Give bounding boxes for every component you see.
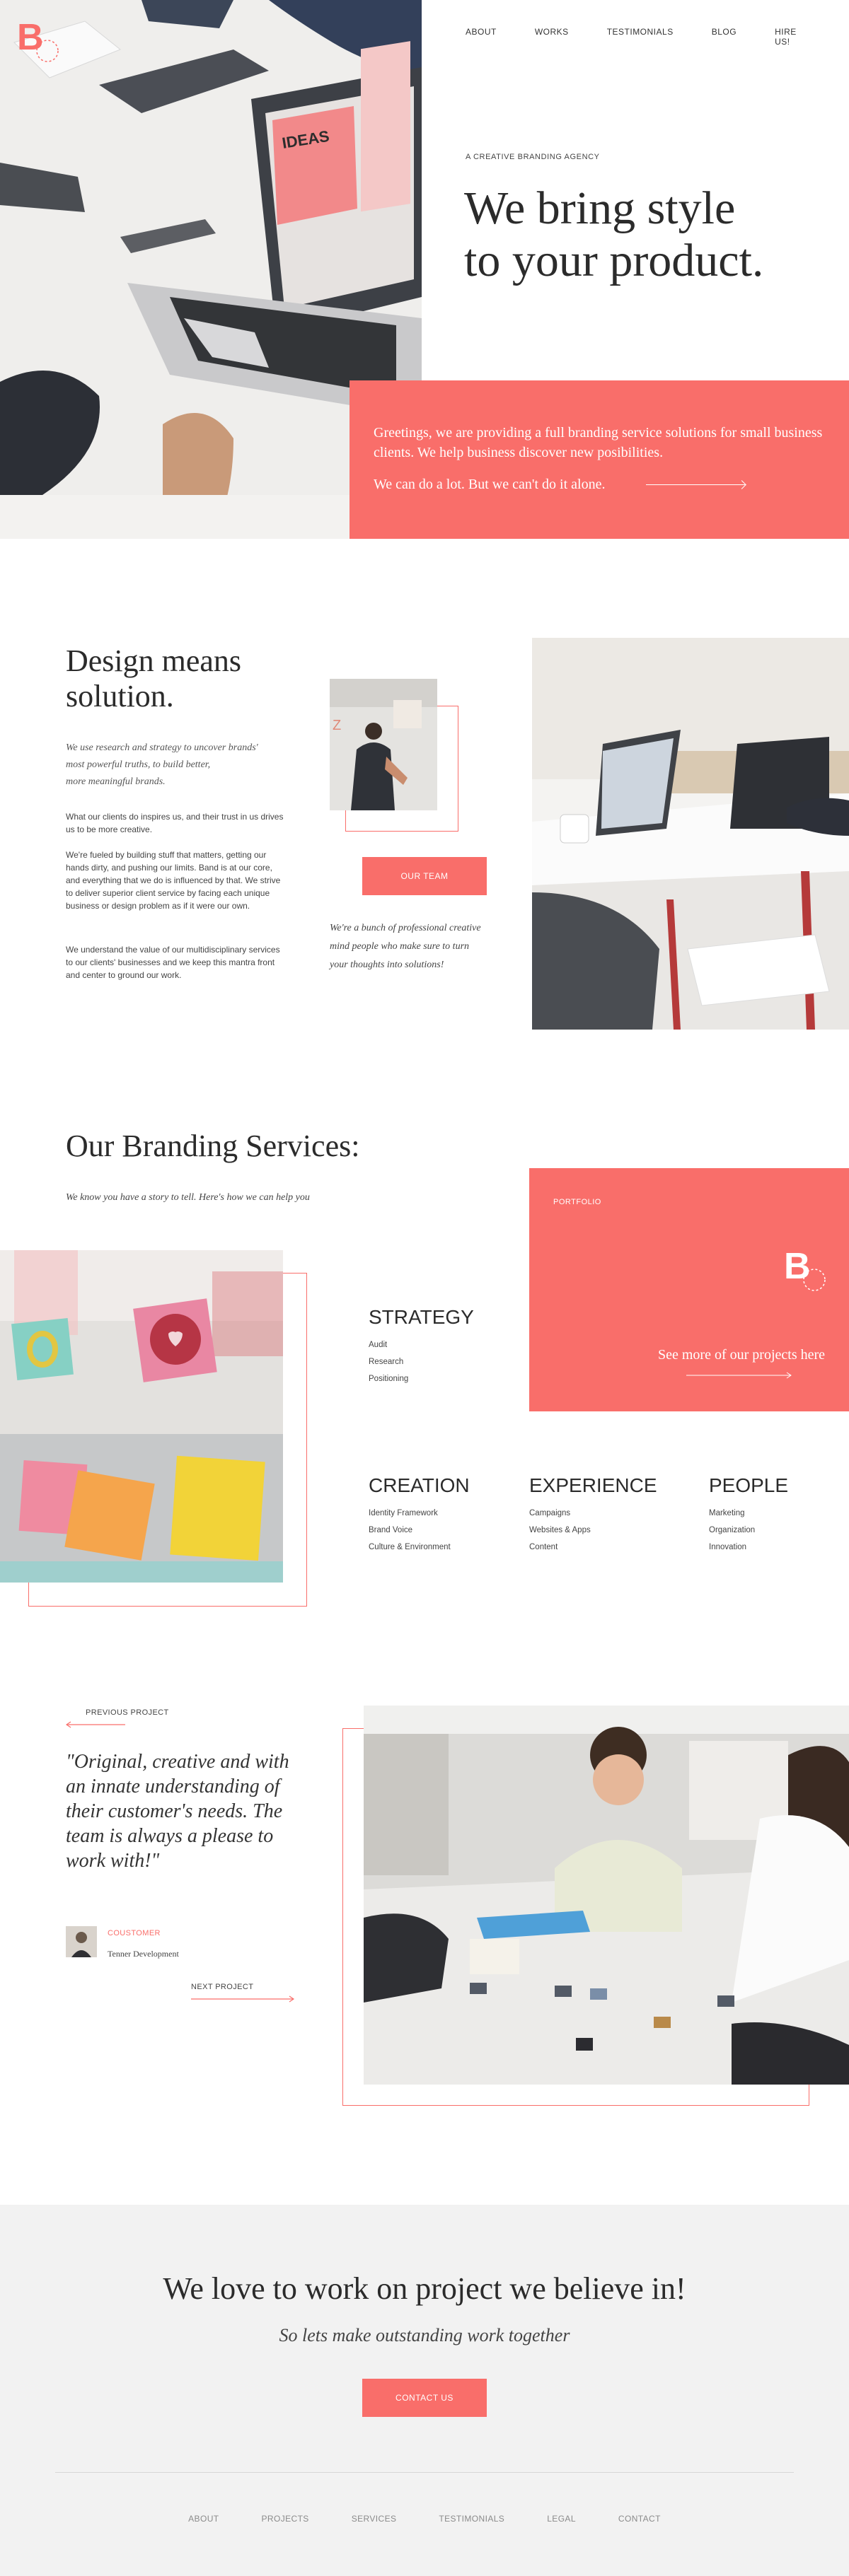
hero-title-line2: to your product. xyxy=(464,235,764,286)
service-item: Campaigns xyxy=(529,1509,571,1517)
footer-link-legal[interactable]: LEGAL xyxy=(547,2514,576,2524)
service-item: Culture & Environment xyxy=(369,1543,451,1551)
service-title: STRATEGY xyxy=(369,1306,474,1328)
contact-us-button[interactable]: CONTACT US xyxy=(362,2379,487,2417)
desk-photo xyxy=(532,638,849,1030)
hero-eyebrow: A CREATIVE BRANDING AGENCY xyxy=(466,153,600,161)
our-team-button[interactable]: OUR TEAM xyxy=(362,857,487,895)
footer-link-about[interactable]: ABOUT xyxy=(188,2514,219,2524)
svg-text:Z: Z xyxy=(333,718,341,733)
main-nav: ABOUT WORKS TESTIMONIALS BLOG HIRE US! xyxy=(466,27,849,47)
sticky-notes-photo xyxy=(0,1250,283,1583)
footer-link-contact[interactable]: CONTACT xyxy=(618,2514,661,2524)
service-title: CREATION xyxy=(369,1474,470,1496)
service-item: Marketing xyxy=(709,1509,745,1517)
footer-link-testimonials[interactable]: TESTIMONIALS xyxy=(439,2514,504,2524)
footer-nav: ABOUT PROJECTS SERVICES TESTIMONIALS LEG… xyxy=(0,2514,849,2524)
meeting-photo xyxy=(364,1706,849,2085)
service-item: Websites & Apps xyxy=(529,1526,591,1534)
services-subtitle: We know you have a story to tell. Here's… xyxy=(66,1192,310,1203)
footer-divider xyxy=(55,2472,794,2473)
portfolio-link-text: See more of our projects here xyxy=(658,1347,826,1363)
design-title: Design means solution. xyxy=(66,643,306,714)
team-photo: Z xyxy=(330,679,437,810)
portfolio-label: PORTFOLIO xyxy=(553,1198,601,1206)
hero-cta-link[interactable]: We can do a lot. But we can't do it alon… xyxy=(374,477,825,493)
customer-name: Tenner Development xyxy=(108,1949,179,1959)
design-lead-line1: We use research and strategy to uncover … xyxy=(66,742,258,753)
nav-works[interactable]: WORKS xyxy=(535,27,569,47)
arrow-left-icon xyxy=(66,1721,125,1728)
design-lead: We use research and strategy to uncover … xyxy=(66,740,292,791)
previous-project-label: PREVIOUS PROJECT xyxy=(86,1708,169,1717)
next-project-link[interactable]: NEXT PROJECT xyxy=(191,1983,294,2003)
design-title-line1: Design means xyxy=(66,643,242,678)
service-item: Content xyxy=(529,1543,558,1551)
customer-role: COUSTOMER xyxy=(108,1929,161,1937)
hero-cta-text: We can do a lot. But we can't do it alon… xyxy=(374,477,606,492)
service-strategy: STRATEGY Audit Research Positioning xyxy=(369,1305,474,1387)
nav-about[interactable]: ABOUT xyxy=(466,27,497,47)
service-item: Organization xyxy=(709,1526,756,1534)
services-title: Our Branding Services: xyxy=(66,1129,360,1163)
nav-testimonials[interactable]: TESTIMONIALS xyxy=(607,27,674,47)
testimonial-quote: "Original, creative and with an innate u… xyxy=(66,1751,289,1872)
service-item: Research xyxy=(369,1358,404,1366)
hero-intro-text: Greetings, we are providing a full brand… xyxy=(374,425,823,460)
design-lead-line2: most powerful truths, to build better, xyxy=(66,759,211,770)
portfolio-card[interactable]: PORTFOLIO B See more of our projects her… xyxy=(529,1168,849,1411)
portfolio-logo-icon: B xyxy=(784,1246,826,1291)
design-paragraph-2: We're fueled by building stuff that matt… xyxy=(66,850,281,911)
service-item: Innovation xyxy=(709,1543,747,1551)
service-title: EXPERIENCE xyxy=(529,1474,657,1496)
contact-subtitle: So lets make outstanding work together xyxy=(279,2325,570,2345)
avatar xyxy=(66,1926,97,1957)
footer-link-projects[interactable]: PROJECTS xyxy=(262,2514,309,2524)
service-title: PEOPLE xyxy=(709,1474,789,1496)
service-creation: CREATION Identity Framework Brand Voice … xyxy=(369,1474,470,1556)
hero-title: We bring style to your product. xyxy=(464,182,832,287)
portfolio-link[interactable]: See more of our projects here xyxy=(658,1345,835,1385)
service-experience: EXPERIENCE Campaigns Websites & Apps Con… xyxy=(529,1474,657,1556)
nav-hire-us[interactable]: HIRE US! xyxy=(775,27,811,47)
svg-text:B: B xyxy=(17,17,44,58)
team-description: We're a bunch of professional creative m… xyxy=(330,923,481,970)
service-item: Identity Framework xyxy=(369,1509,438,1517)
design-paragraph-3: We understand the value of our multidisc… xyxy=(66,945,280,980)
design-paragraph-1: What our clients do inspires us, and the… xyxy=(66,812,284,834)
arrow-right-icon xyxy=(686,1372,792,1379)
next-project-label: NEXT PROJECT xyxy=(191,1983,254,1991)
service-people: PEOPLE Marketing Organization Innovation xyxy=(709,1474,788,1556)
design-lead-line3: more meaningful brands. xyxy=(66,776,166,787)
arrow-right-icon xyxy=(191,1995,294,2003)
hero-intro-box: Greetings, we are providing a full brand… xyxy=(350,380,849,539)
footer-link-services[interactable]: SERVICES xyxy=(352,2514,397,2524)
service-item: Positioning xyxy=(369,1375,409,1383)
svg-text:B: B xyxy=(784,1246,811,1287)
nav-blog[interactable]: BLOG xyxy=(712,27,737,47)
service-item: Brand Voice xyxy=(369,1526,413,1534)
brand-logo[interactable]: B xyxy=(16,16,65,65)
contact-title: We love to work on project we believe in… xyxy=(163,2271,686,2306)
arrow-right-icon xyxy=(646,484,746,485)
design-title-line2: solution. xyxy=(66,679,174,713)
service-item: Audit xyxy=(369,1341,388,1349)
previous-project-link[interactable]: PREVIOUS PROJECT xyxy=(66,1708,169,1728)
hero-title-line1: We bring style xyxy=(464,182,736,234)
